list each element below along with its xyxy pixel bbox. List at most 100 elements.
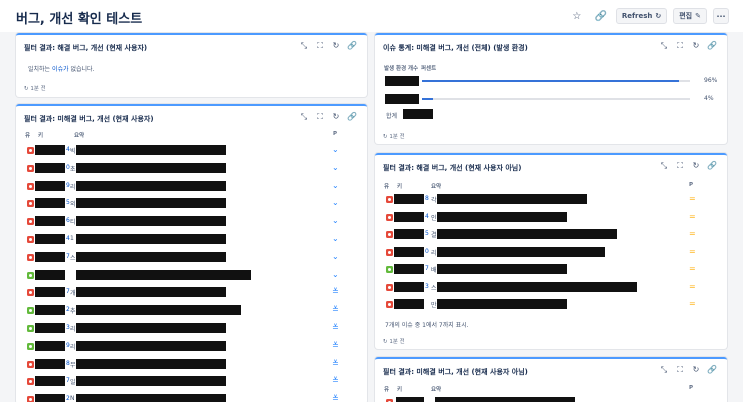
- refresh-icon[interactable]: ↻: [331, 112, 341, 122]
- table-row[interactable]: 8 무 ≚: [16, 358, 367, 371]
- issue-summary[interactable]: 개: [70, 288, 76, 297]
- redacted-summary: [437, 194, 587, 204]
- refresh-icon[interactable]: ↻: [691, 161, 701, 171]
- table-row[interactable]: 5 외 ⌄: [16, 198, 367, 210]
- table-row[interactable]: 7 배 =: [375, 264, 727, 276]
- pagination-summary: 7개의 이슈 중 1에서 7까지 표시.: [385, 322, 469, 329]
- table-row[interactable]: 4 빅 ⌄: [16, 145, 367, 157]
- issue-summary[interactable]: 빅: [70, 146, 76, 155]
- table-row[interactable]: 4 인 =: [375, 211, 727, 224]
- priority-lowest-icon: ≚: [332, 358, 339, 368]
- table-row[interactable]: 4 1 ⌄: [16, 234, 367, 246]
- redacted-key: [394, 229, 424, 239]
- link-icon[interactable]: 🔗: [707, 365, 717, 375]
- table-row[interactable]: [375, 397, 727, 402]
- link-icon[interactable]: 🔗: [347, 112, 357, 122]
- issue-key[interactable]: 7: [425, 265, 429, 272]
- issue-summary[interactable]: 스: [431, 283, 437, 292]
- issue-summary[interactable]: 리: [70, 324, 76, 333]
- issue-summary[interactable]: N: [70, 395, 75, 402]
- issue-summary[interactable]: 1: [70, 235, 74, 242]
- link-icon[interactable]: 🔗: [347, 41, 357, 51]
- issue-summary[interactable]: 배: [431, 265, 437, 274]
- column-type[interactable]: 유: [384, 385, 389, 393]
- issue-summary[interactable]: 일: [70, 377, 76, 386]
- refresh-icon[interactable]: ↻: [691, 41, 701, 51]
- issue-summary[interactable]: 결: [431, 230, 437, 239]
- issue-summary[interactable]: 만: [431, 300, 437, 309]
- refresh-button[interactable]: Refresh ↻: [615, 8, 668, 24]
- table-row[interactable]: 만 =: [375, 299, 727, 311]
- issue-summary[interactable]: 인: [431, 213, 437, 222]
- issue-summary[interactable]: 리: [431, 248, 437, 257]
- table-row[interactable]: 7 일 ≚: [16, 376, 367, 388]
- issue-summary[interactable]: 추: [70, 306, 76, 315]
- issue-summary[interactable]: 외: [70, 199, 76, 208]
- link-icon[interactable]: 🔗: [592, 7, 610, 25]
- minimize-icon[interactable]: ⤡: [659, 41, 669, 51]
- issue-key[interactable]: 8: [425, 195, 429, 202]
- maximize-icon[interactable]: ⛶: [675, 41, 685, 51]
- redacted-key: [35, 216, 65, 227]
- column-summary[interactable]: 요약: [431, 385, 441, 393]
- issue-summary[interactable]: 스: [70, 253, 76, 262]
- star-icon[interactable]: ☆: [568, 7, 586, 25]
- table-row[interactable]: 0 초 ⌄: [16, 162, 367, 175]
- refresh-icon[interactable]: ↻: [691, 365, 701, 375]
- issue-summary[interactable]: 티: [70, 217, 76, 226]
- table-row[interactable]: 6 티 ⌄: [16, 216, 367, 228]
- maximize-icon[interactable]: ⛶: [675, 365, 685, 375]
- table-row[interactable]: 3 리 ≚: [16, 323, 367, 335]
- column-key[interactable]: 키: [397, 385, 402, 393]
- column-type[interactable]: 유: [384, 182, 389, 190]
- issue-summary[interactable]: 무: [70, 360, 76, 369]
- issue-key[interactable]: 3: [425, 283, 429, 290]
- redacted-summary: [76, 251, 226, 262]
- edit-button[interactable]: 편집 ✎: [673, 8, 707, 24]
- minimize-icon[interactable]: ⤡: [659, 161, 669, 171]
- issue-key[interactable]: 0: [425, 248, 429, 255]
- table-row[interactable]: 3 스 =: [375, 281, 727, 294]
- link-icon[interactable]: 🔗: [707, 161, 717, 171]
- more-button[interactable]: ···: [713, 8, 729, 24]
- issue-summary[interactable]: 각: [431, 195, 437, 204]
- maximize-icon[interactable]: ⛶: [315, 41, 325, 51]
- table-row[interactable]: 2 추 ≚: [16, 305, 367, 317]
- table-row[interactable]: 9 리 ≚: [16, 340, 367, 353]
- priority-medium-icon: =: [689, 194, 696, 203]
- column-summary[interactable]: 요약: [74, 131, 84, 139]
- column-summary[interactable]: 요약: [431, 182, 441, 190]
- issue-summary[interactable]: 초: [70, 164, 76, 173]
- column-priority[interactable]: P: [689, 385, 693, 391]
- minimize-icon[interactable]: ⤡: [299, 41, 309, 51]
- issues-link[interactable]: 이슈가: [52, 66, 69, 73]
- minimize-icon[interactable]: ⤡: [299, 112, 309, 122]
- table-row[interactable]: ⌄: [16, 269, 367, 282]
- gadget-resolved-others: 필터 결과: 해결 버그, 개선 (현재 사용자 아님) ⤡ ⛶ ↻ 🔗 유 키…: [375, 153, 727, 349]
- column-priority[interactable]: P: [689, 182, 693, 188]
- maximize-icon[interactable]: ⛶: [315, 112, 325, 122]
- table-row[interactable]: 7 개 ≚: [16, 287, 367, 299]
- link-icon[interactable]: 🔗: [707, 41, 717, 51]
- column-type[interactable]: 유: [25, 131, 30, 139]
- priority-lowest-icon: ≚: [332, 287, 339, 297]
- redacted-key: [35, 358, 65, 369]
- column-key[interactable]: 키: [397, 182, 402, 190]
- issue-summary[interactable]: 리: [70, 342, 76, 351]
- issue-key[interactable]: 4: [425, 213, 429, 220]
- table-row[interactable]: 0 리 =: [375, 246, 727, 259]
- maximize-icon[interactable]: ⛶: [675, 161, 685, 171]
- table-row[interactable]: 7 스 ⌄: [16, 251, 367, 264]
- priority-low-icon: ⌄: [332, 145, 339, 154]
- issue-summary[interactable]: 리: [70, 182, 76, 191]
- minimize-icon[interactable]: ⤡: [659, 365, 669, 375]
- priority-lowest-icon: ≚: [332, 323, 339, 332]
- issue-key[interactable]: 5: [425, 230, 429, 237]
- table-row[interactable]: 8 각 =: [375, 194, 727, 206]
- refresh-icon[interactable]: ↻: [331, 41, 341, 51]
- table-row[interactable]: 9 리 ⌄: [16, 180, 367, 193]
- column-priority[interactable]: P: [333, 131, 337, 137]
- table-row[interactable]: 5 결 =: [375, 229, 727, 241]
- table-row[interactable]: 2 N ≚: [16, 394, 367, 402]
- column-key[interactable]: 키: [38, 131, 43, 139]
